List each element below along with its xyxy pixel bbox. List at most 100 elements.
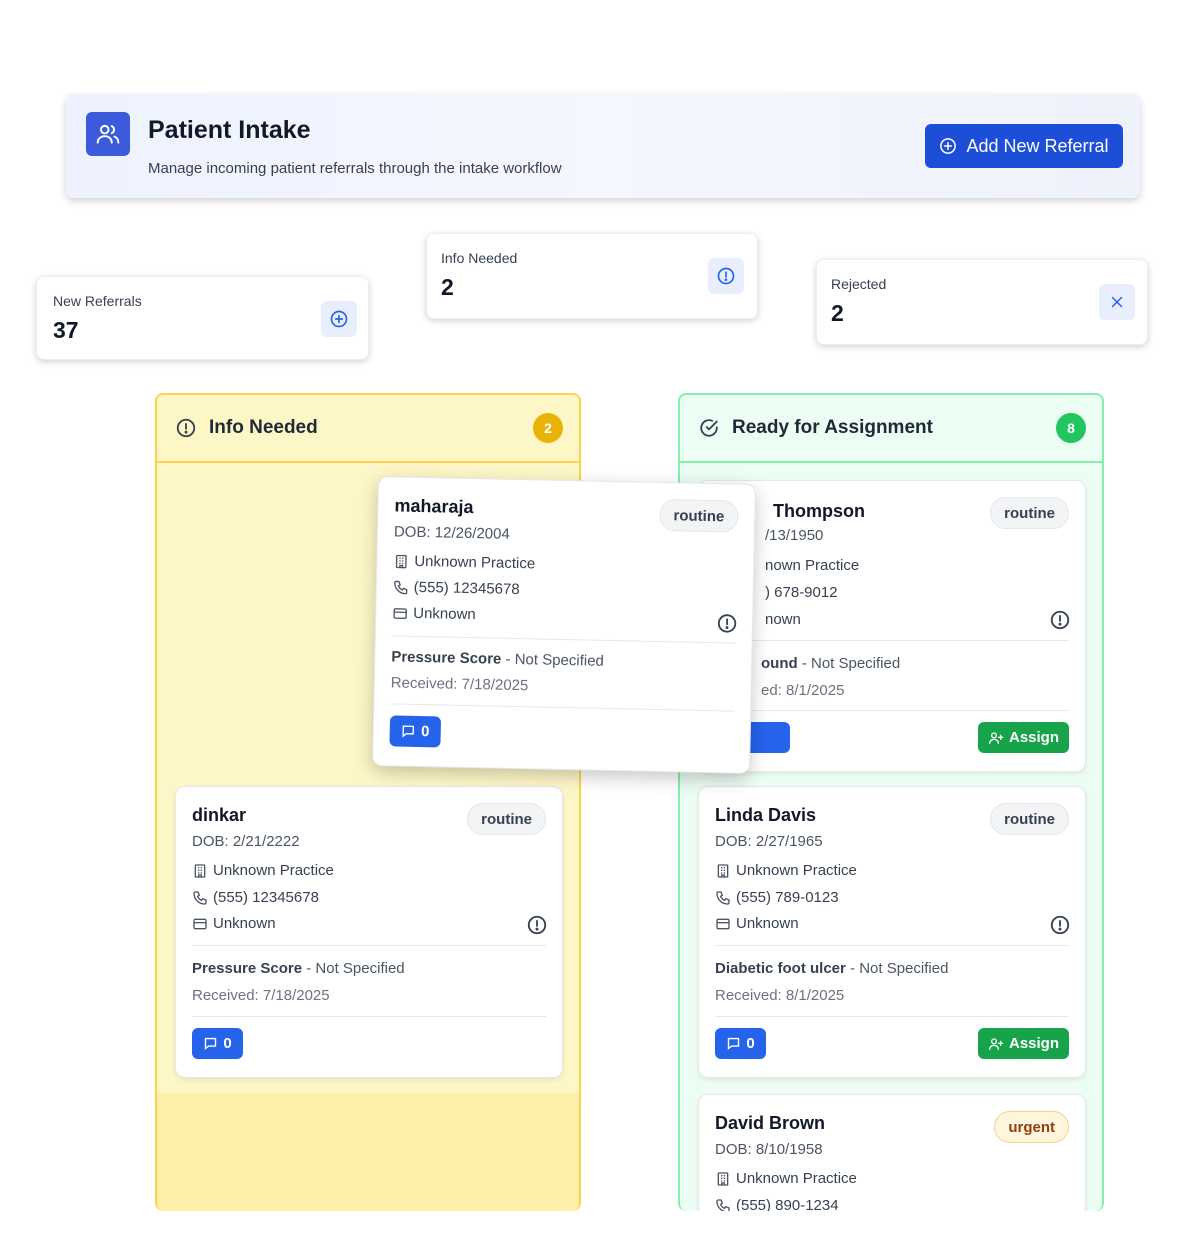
assign-button[interactable]: Assign xyxy=(978,722,1069,753)
credit-card-icon xyxy=(193,918,207,929)
alert-circle-icon[interactable] xyxy=(526,914,548,941)
message-icon xyxy=(402,725,415,738)
alert-circle-icon[interactable] xyxy=(1049,914,1071,941)
practice-name: Unknown Practice xyxy=(736,1170,857,1187)
stat-label: New Referrals xyxy=(53,293,142,309)
phone-number: (555) 12345678 xyxy=(413,578,520,599)
page-header: Patient Intake Manage incoming patient r… xyxy=(66,94,1140,198)
column-title: Ready for Assignment xyxy=(732,417,933,438)
patient-name: David Brown xyxy=(715,1113,826,1133)
patient-dob: DOB: 2/21/2222 xyxy=(192,833,300,850)
alert-circle-icon[interactable] xyxy=(716,612,739,639)
message-icon xyxy=(205,1037,217,1050)
referral-card[interactable]: Linda Davis routine DOB: 2/27/1965 Unkno… xyxy=(698,786,1086,1078)
phone-row: (555) 12345678 xyxy=(192,889,319,906)
referral-card-dragging[interactable]: maharaja routine DOB: 12/26/2004 Unknown… xyxy=(372,476,756,774)
patient-name: Linda Davis xyxy=(715,805,817,825)
building-icon xyxy=(717,1171,729,1186)
x-icon xyxy=(1099,284,1135,320)
phone-number: (555) 789-0123 xyxy=(736,889,839,906)
insurance: nown xyxy=(765,611,801,628)
condition: Pressure Score - Not Specified xyxy=(391,648,605,670)
alert-circle-icon xyxy=(708,258,744,294)
patient-dob: DOB: 12/26/2004 xyxy=(393,523,510,543)
stat-card-new-referrals[interactable]: New Referrals 37 xyxy=(36,276,369,360)
practice-row: Unknown Practice xyxy=(715,1170,857,1187)
phone-number: (555) 12345678 xyxy=(213,889,319,906)
insurance: Unknown xyxy=(213,915,276,932)
user-plus-icon xyxy=(988,731,1004,744)
messages-button[interactable]: 0 xyxy=(389,715,442,748)
assign-label: Assign xyxy=(1008,729,1059,746)
patient-dob: /13/1950 xyxy=(765,527,824,544)
page-title: Patient Intake xyxy=(148,116,311,144)
patient-dob: DOB: 8/10/1958 xyxy=(715,1141,823,1158)
received-date: Received: 7/18/2025 xyxy=(390,674,529,695)
building-icon xyxy=(194,863,206,878)
building-icon xyxy=(395,554,407,568)
column-count-badge: 8 xyxy=(1056,413,1086,443)
message-count: 0 xyxy=(223,1035,232,1052)
practice-row: Unknown Practice xyxy=(393,552,535,572)
credit-card-icon xyxy=(393,607,407,619)
insurance: Unknown xyxy=(413,604,476,624)
phone-icon xyxy=(716,1198,730,1211)
priority-badge: routine xyxy=(990,497,1069,529)
stat-value: 37 xyxy=(53,317,79,343)
building-icon xyxy=(717,863,729,878)
practice-name: Unknown Practice xyxy=(736,862,857,879)
assign-button[interactable]: Assign xyxy=(978,1028,1069,1059)
phone-number: ) 678-9012 xyxy=(765,584,838,601)
condition: ound - Not Specified xyxy=(761,655,901,672)
insurance-row: Unknown xyxy=(715,915,799,932)
column-header: Ready for Assignment 8 xyxy=(680,395,1102,463)
message-count: 0 xyxy=(420,723,430,741)
add-new-referral-label: Add New Referral xyxy=(966,135,1109,156)
stat-value: 2 xyxy=(441,274,454,300)
received-date: Received: 7/18/2025 xyxy=(192,987,330,1004)
phone-row: (555) 12345678 xyxy=(393,578,520,598)
received-date: ed: 8/1/2025 xyxy=(761,682,845,699)
patient-name: dinkar xyxy=(192,805,247,825)
check-circle-icon xyxy=(700,419,718,437)
priority-badge: routine xyxy=(659,498,739,533)
alert-circle-icon xyxy=(176,418,196,438)
plus-circle-icon xyxy=(321,301,357,337)
alert-circle-icon[interactable] xyxy=(1049,609,1071,636)
stat-card-rejected[interactable]: Rejected 2 xyxy=(816,259,1148,345)
stat-label: Rejected xyxy=(831,276,887,292)
phone-row: (555) 789-0123 xyxy=(715,889,839,906)
stat-card-info-needed[interactable]: Info Needed 2 xyxy=(426,233,758,319)
phone-icon xyxy=(716,890,730,905)
referral-card[interactable]: David Brown urgent DOB: 8/10/1958 Unknow… xyxy=(698,1094,1086,1211)
plus-circle-icon xyxy=(940,138,957,154)
messages-button[interactable]: 0 xyxy=(715,1028,766,1059)
phone-icon xyxy=(394,580,408,594)
phone-number: (555) 890-1234 xyxy=(736,1197,839,1211)
patient-dob: DOB: 2/27/1965 xyxy=(715,833,823,850)
received-date: Received: 8/1/2025 xyxy=(715,987,845,1004)
column-count-badge: 2 xyxy=(533,413,563,443)
column-title: Info Needed xyxy=(209,417,318,438)
patient-name: Thompson xyxy=(773,501,865,521)
condition: Diabetic foot ulcer - Not Specified xyxy=(715,960,949,977)
message-count: 0 xyxy=(746,1035,755,1052)
referral-card[interactable]: dinkar routine DOB: 2/21/2222 Unknown Pr… xyxy=(175,786,563,1078)
condition: Pressure Score - Not Specified xyxy=(192,960,405,977)
practice-name: nown Practice xyxy=(765,557,860,574)
stat-value: 2 xyxy=(831,300,844,326)
phone-icon xyxy=(193,890,207,905)
referral-card[interactable]: Thompson routine /13/1950 nown Practice … xyxy=(698,480,1086,772)
add-new-referral-button[interactable]: Add New Referral xyxy=(925,124,1123,168)
messages-button[interactable]: 0 xyxy=(192,1028,243,1059)
patient-name: maharaja xyxy=(394,495,474,518)
insurance-row: Unknown xyxy=(392,604,476,623)
insurance-row: Unknown xyxy=(192,915,276,932)
practice-name: Unknown Practice xyxy=(213,862,334,879)
column-header: Info Needed 2 xyxy=(157,395,579,463)
user-plus-icon xyxy=(988,1037,1004,1050)
practice-row: Unknown Practice xyxy=(715,862,857,879)
practice-row: Unknown Practice xyxy=(192,862,334,879)
stat-label: Info Needed xyxy=(441,250,518,266)
priority-badge: urgent xyxy=(994,1111,1069,1143)
